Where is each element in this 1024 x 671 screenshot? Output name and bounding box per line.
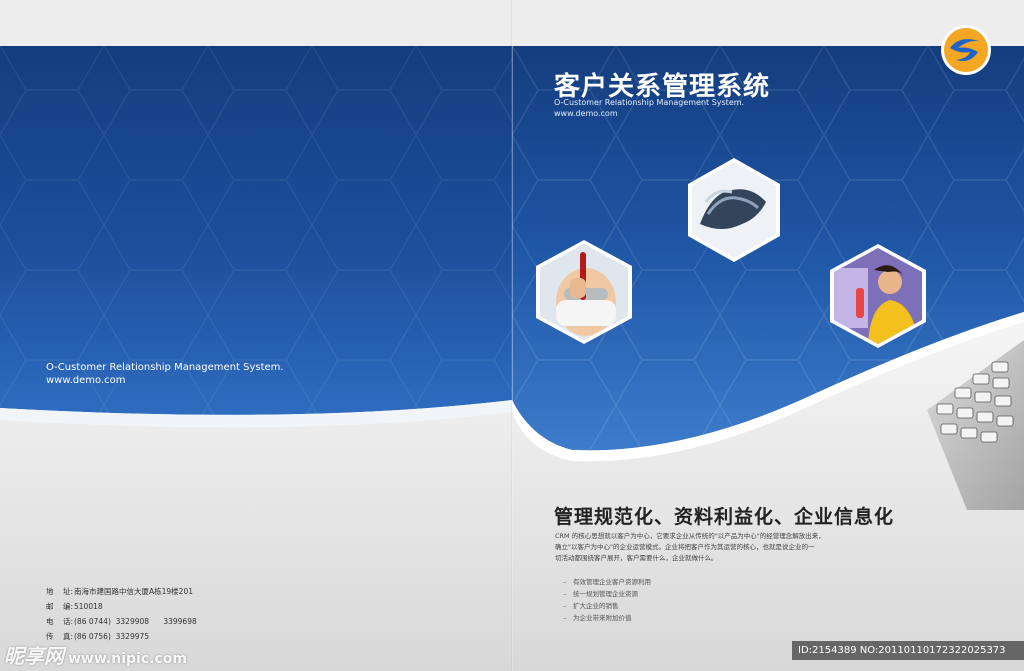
left-tagline: O-Customer Relationship Management Syste…	[46, 362, 284, 373]
body-line: CRM 的核心思想就以客户为中心，它要求企业从传统的"以产品为中心"的经营理念解…	[555, 532, 825, 540]
list-item: – 有效管理企业客户资源利用	[563, 578, 651, 586]
list-item: – 统一规划管理企业资源	[563, 590, 638, 598]
body-text: CRM 的核心思想就以客户为中心，它要求企业从传统的"以产品为中心"的经营理念解…	[555, 531, 855, 564]
back-cover-graphic	[0, 0, 512, 428]
contact-postcode: 邮 编:510018	[46, 602, 103, 611]
left-url: www.demo.com	[46, 375, 126, 386]
watermark-id: ID:2154389 NO:20110110172322025373	[792, 641, 1024, 660]
brochure-url: www.demo.com	[554, 109, 618, 118]
keyboard-graphic	[927, 340, 1024, 510]
contact-address: 地 址:南海市建国路中信大厦A栋19楼201	[46, 587, 193, 596]
contact-block: 地 址:南海市建国路中信大厦A栋19楼201 邮 编:510018 电 话:(8…	[46, 584, 197, 644]
back-cover: O-Customer Relationship Management Syste…	[0, 0, 512, 671]
swirl-g-logo-icon	[941, 25, 991, 75]
list-item: – 扩大企业的销售	[563, 602, 619, 610]
dash-icon: –	[563, 578, 567, 586]
list-item: – 为企业带来附加价值	[563, 614, 632, 622]
body-line: 切活动都围绕客户展开，客户需要什么，企业就做什么。	[555, 554, 718, 562]
dash-icon: –	[563, 590, 567, 598]
watermark-left: 昵享网 www.nipic.com	[4, 644, 187, 668]
headline: 管理规范化、资料利益化、企业信息化	[554, 506, 895, 528]
contact-phone: 电 话:(86 0744) 3329908 3399698	[46, 617, 197, 626]
dash-icon: –	[563, 602, 567, 610]
dash-icon: –	[563, 614, 567, 622]
body-line: 确立"以客户为中心"的企业运营模式。企业将把客户作为其运营的核心，也就是说企业的…	[555, 543, 815, 551]
feature-list: – 有效管理企业客户资源利用 – 统一规划管理企业资源 – 扩大企业的销售 – 为企业带…	[563, 576, 651, 624]
brochure-subtitle: O-Customer Relationship Management Syste…	[554, 98, 745, 107]
page-seam	[511, 0, 513, 671]
